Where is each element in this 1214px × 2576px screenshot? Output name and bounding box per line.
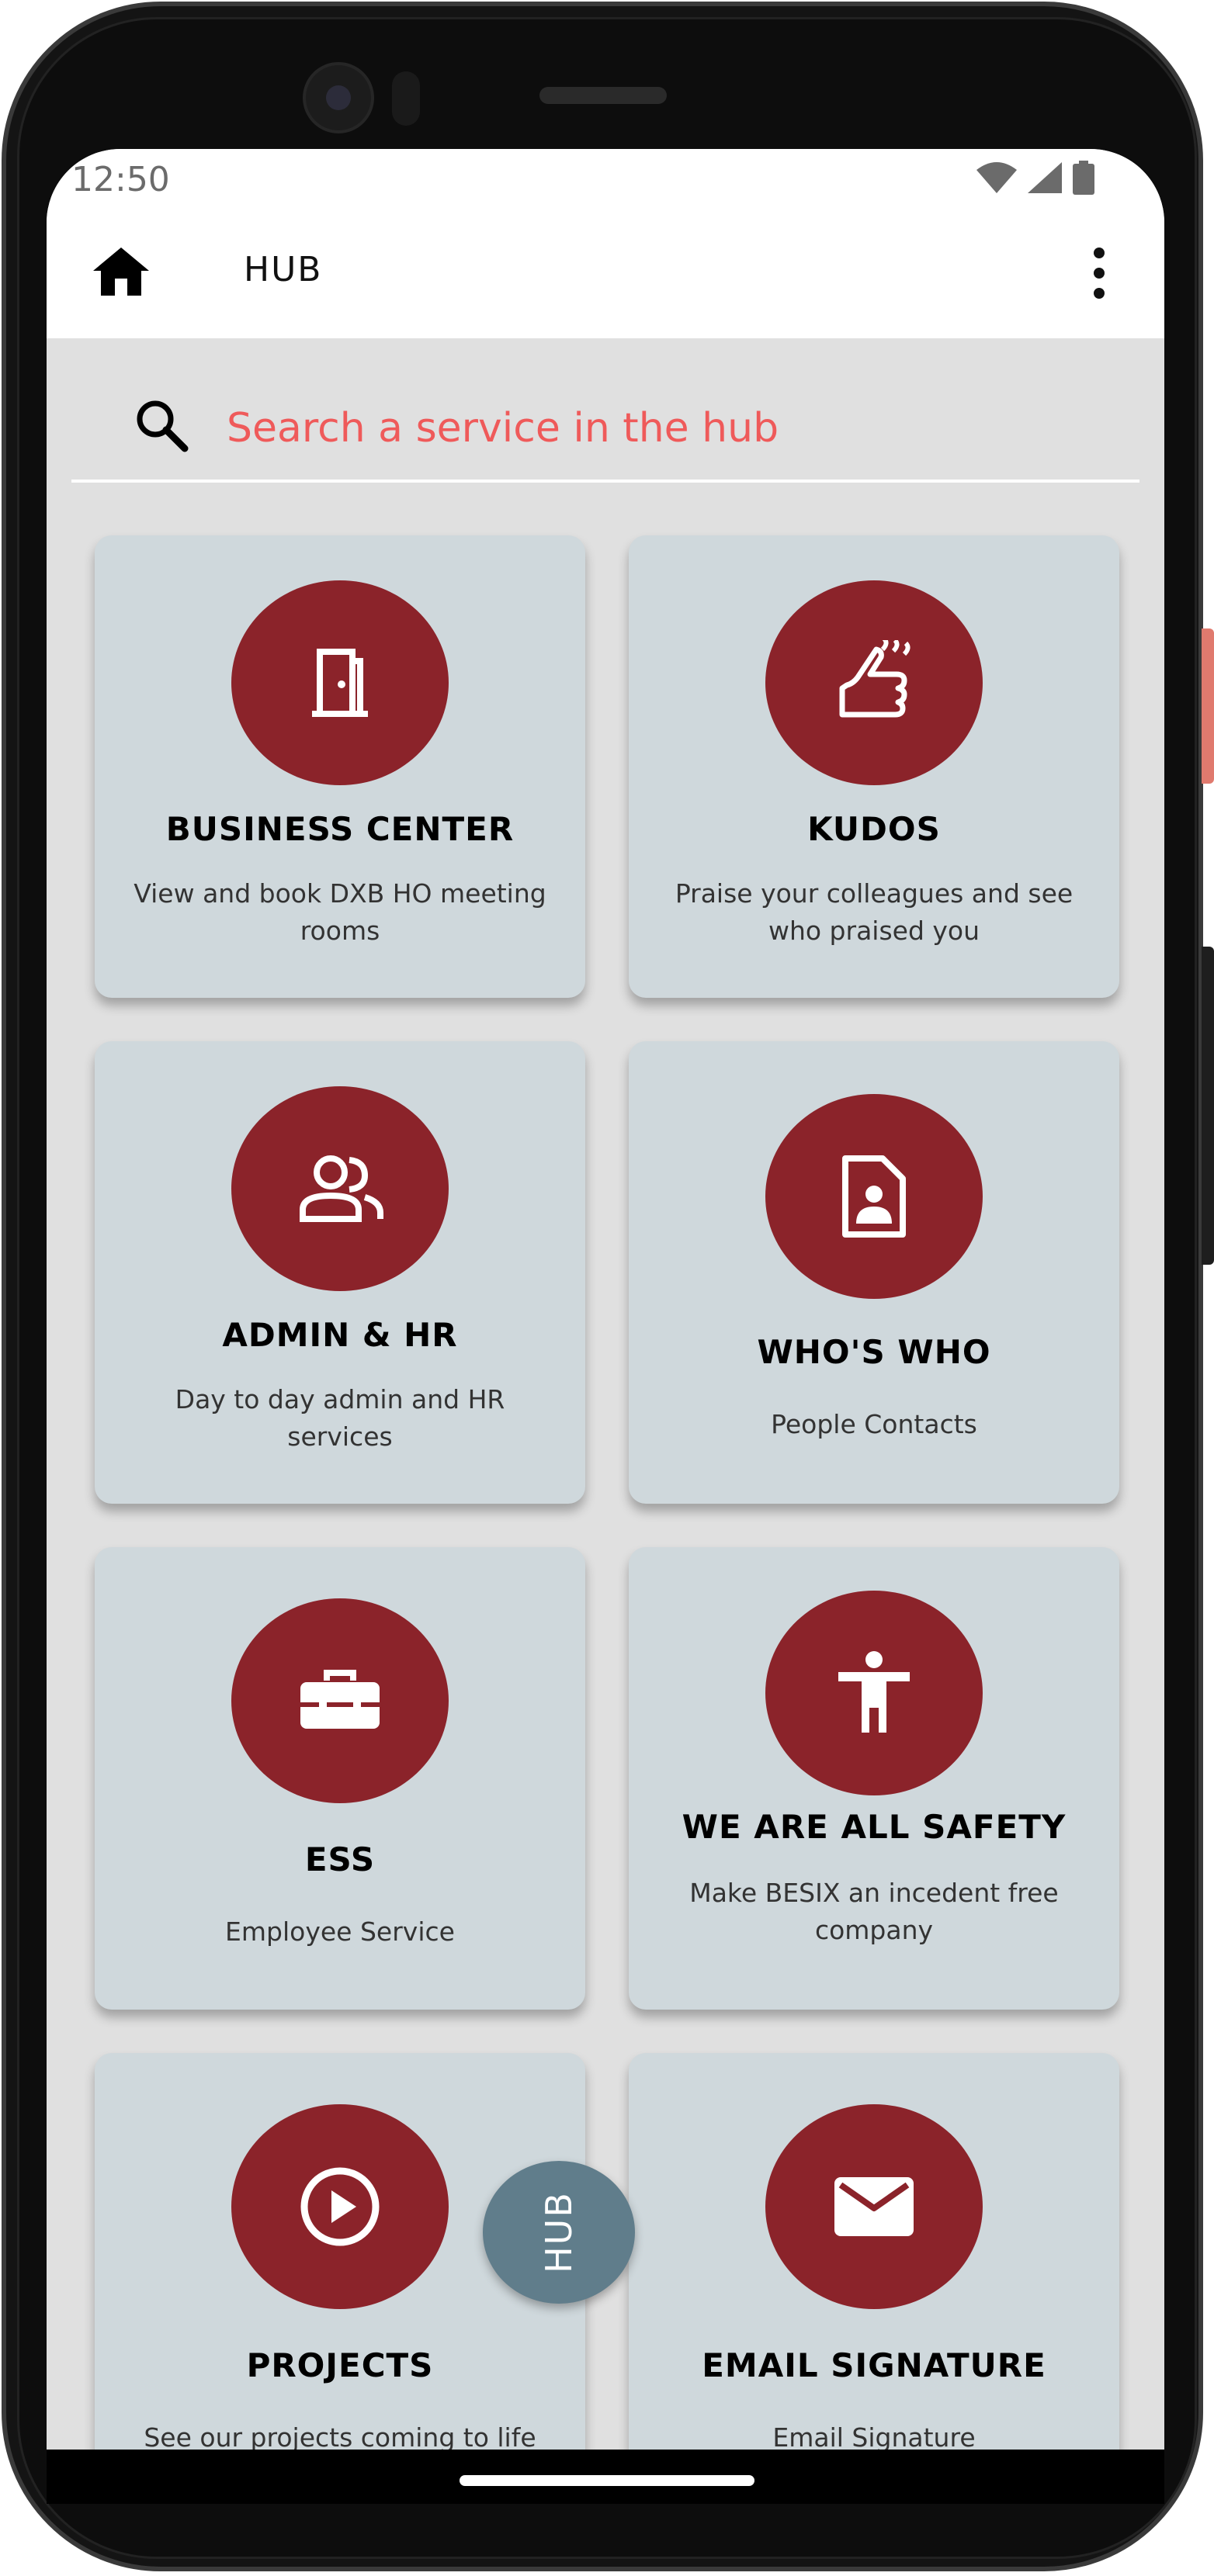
signal-icon: [1028, 162, 1062, 193]
person-icon: [838, 1651, 910, 1733]
service-title: ESS: [304, 1840, 376, 1878]
service-description: See our projects coming to life: [144, 2422, 536, 2450]
status-bar: 12:50: [47, 149, 1164, 205]
service-description: Praise your colleagues and see who prais…: [675, 878, 1074, 946]
service-icon-circle: [765, 1094, 983, 1299]
home-icon: [93, 248, 149, 296]
service-card-email-signature[interactable]: EMAIL SIGNATURE Email Signature: [629, 2053, 1119, 2450]
volume-button: [1202, 947, 1214, 1265]
play-circle-icon: [300, 2167, 380, 2246]
search-icon: [137, 400, 189, 452]
service-description: Make BESIX an incedent free company: [689, 1878, 1059, 1945]
more-dot-icon: [1094, 268, 1105, 279]
service-description: People Contacts: [771, 1409, 977, 1439]
power-button: [1202, 628, 1214, 784]
service-card-whos-who[interactable]: WHO'S WHO People Contacts: [629, 1041, 1119, 1504]
phone-frame: 12:50 HUB Search a service in the hub BU…: [0, 0, 1214, 2576]
people-icon: [300, 1155, 383, 1222]
toolbox-icon: [300, 1670, 380, 1729]
service-description: Day to day admin and HR services: [175, 1384, 505, 1452]
service-title: BUSINESS CENTER: [165, 810, 515, 848]
service-card-we-are-all-safety[interactable]: WE ARE ALL SAFETY Make BESIX an incedent…: [629, 1547, 1119, 2010]
earpiece-speaker: [539, 87, 667, 104]
service-icon-circle: [765, 580, 983, 785]
app-bar: HUB: [47, 205, 1164, 338]
home-button[interactable]: [85, 236, 157, 307]
service-icon-circle: [231, 1598, 449, 1803]
service-title: KUDOS: [807, 810, 941, 848]
hand-praise-icon: [839, 640, 910, 718]
contact-file-icon: [842, 1155, 906, 1238]
wifi-icon: [976, 162, 1017, 193]
service-description: Email Signature: [772, 2422, 976, 2450]
hub-fab-button[interactable]: HUB: [483, 2161, 635, 2304]
service-icon-circle: [231, 1086, 449, 1291]
service-card-ess[interactable]: ESS Employee Service: [95, 1547, 585, 2010]
service-title: WHO'S WHO: [757, 1333, 991, 1371]
more-options-button[interactable]: [1076, 234, 1122, 312]
service-card-admin-hr[interactable]: ADMIN & HR Day to day admin and HR servi…: [95, 1041, 585, 1504]
service-title: PROJECTS: [246, 2346, 434, 2384]
door-icon: [312, 649, 368, 717]
search-bar[interactable]: [71, 376, 1139, 483]
search-input[interactable]: [227, 397, 1080, 459]
service-title: WE ARE ALL SAFETY: [682, 1808, 1067, 1846]
mail-icon: [834, 2177, 914, 2236]
service-card-kudos[interactable]: KUDOS Praise your colleagues and see who…: [629, 535, 1119, 998]
service-description: View and book DXB HO meeting rooms: [134, 878, 546, 946]
more-dot-icon: [1094, 288, 1105, 299]
hub-fab-label: HUB: [537, 2191, 580, 2273]
front-camera: [303, 62, 374, 133]
status-time: 12:50: [71, 160, 170, 199]
status-icons: [976, 158, 1094, 197]
service-card-business-center[interactable]: BUSINESS CENTER View and book DXB HO mee…: [95, 535, 585, 998]
search-underline: [71, 480, 1139, 483]
app-screen: 12:50 HUB Search a service in the hub BU…: [47, 149, 1164, 2450]
battery-icon: [1073, 161, 1094, 195]
service-icon-circle: [231, 580, 449, 785]
service-icon-circle: [765, 2104, 983, 2309]
page-title: HUB: [244, 250, 323, 289]
service-title: EMAIL SIGNATURE: [702, 2346, 1046, 2384]
service-description: Employee Service: [225, 1916, 455, 1947]
gesture-handle[interactable]: [460, 2475, 754, 2486]
service-icon-circle: [765, 1591, 983, 1795]
service-title: ADMIN & HR: [222, 1316, 458, 1354]
service-icon-circle: [231, 2104, 449, 2309]
more-dot-icon: [1094, 248, 1105, 258]
proximity-sensor: [392, 71, 420, 126]
